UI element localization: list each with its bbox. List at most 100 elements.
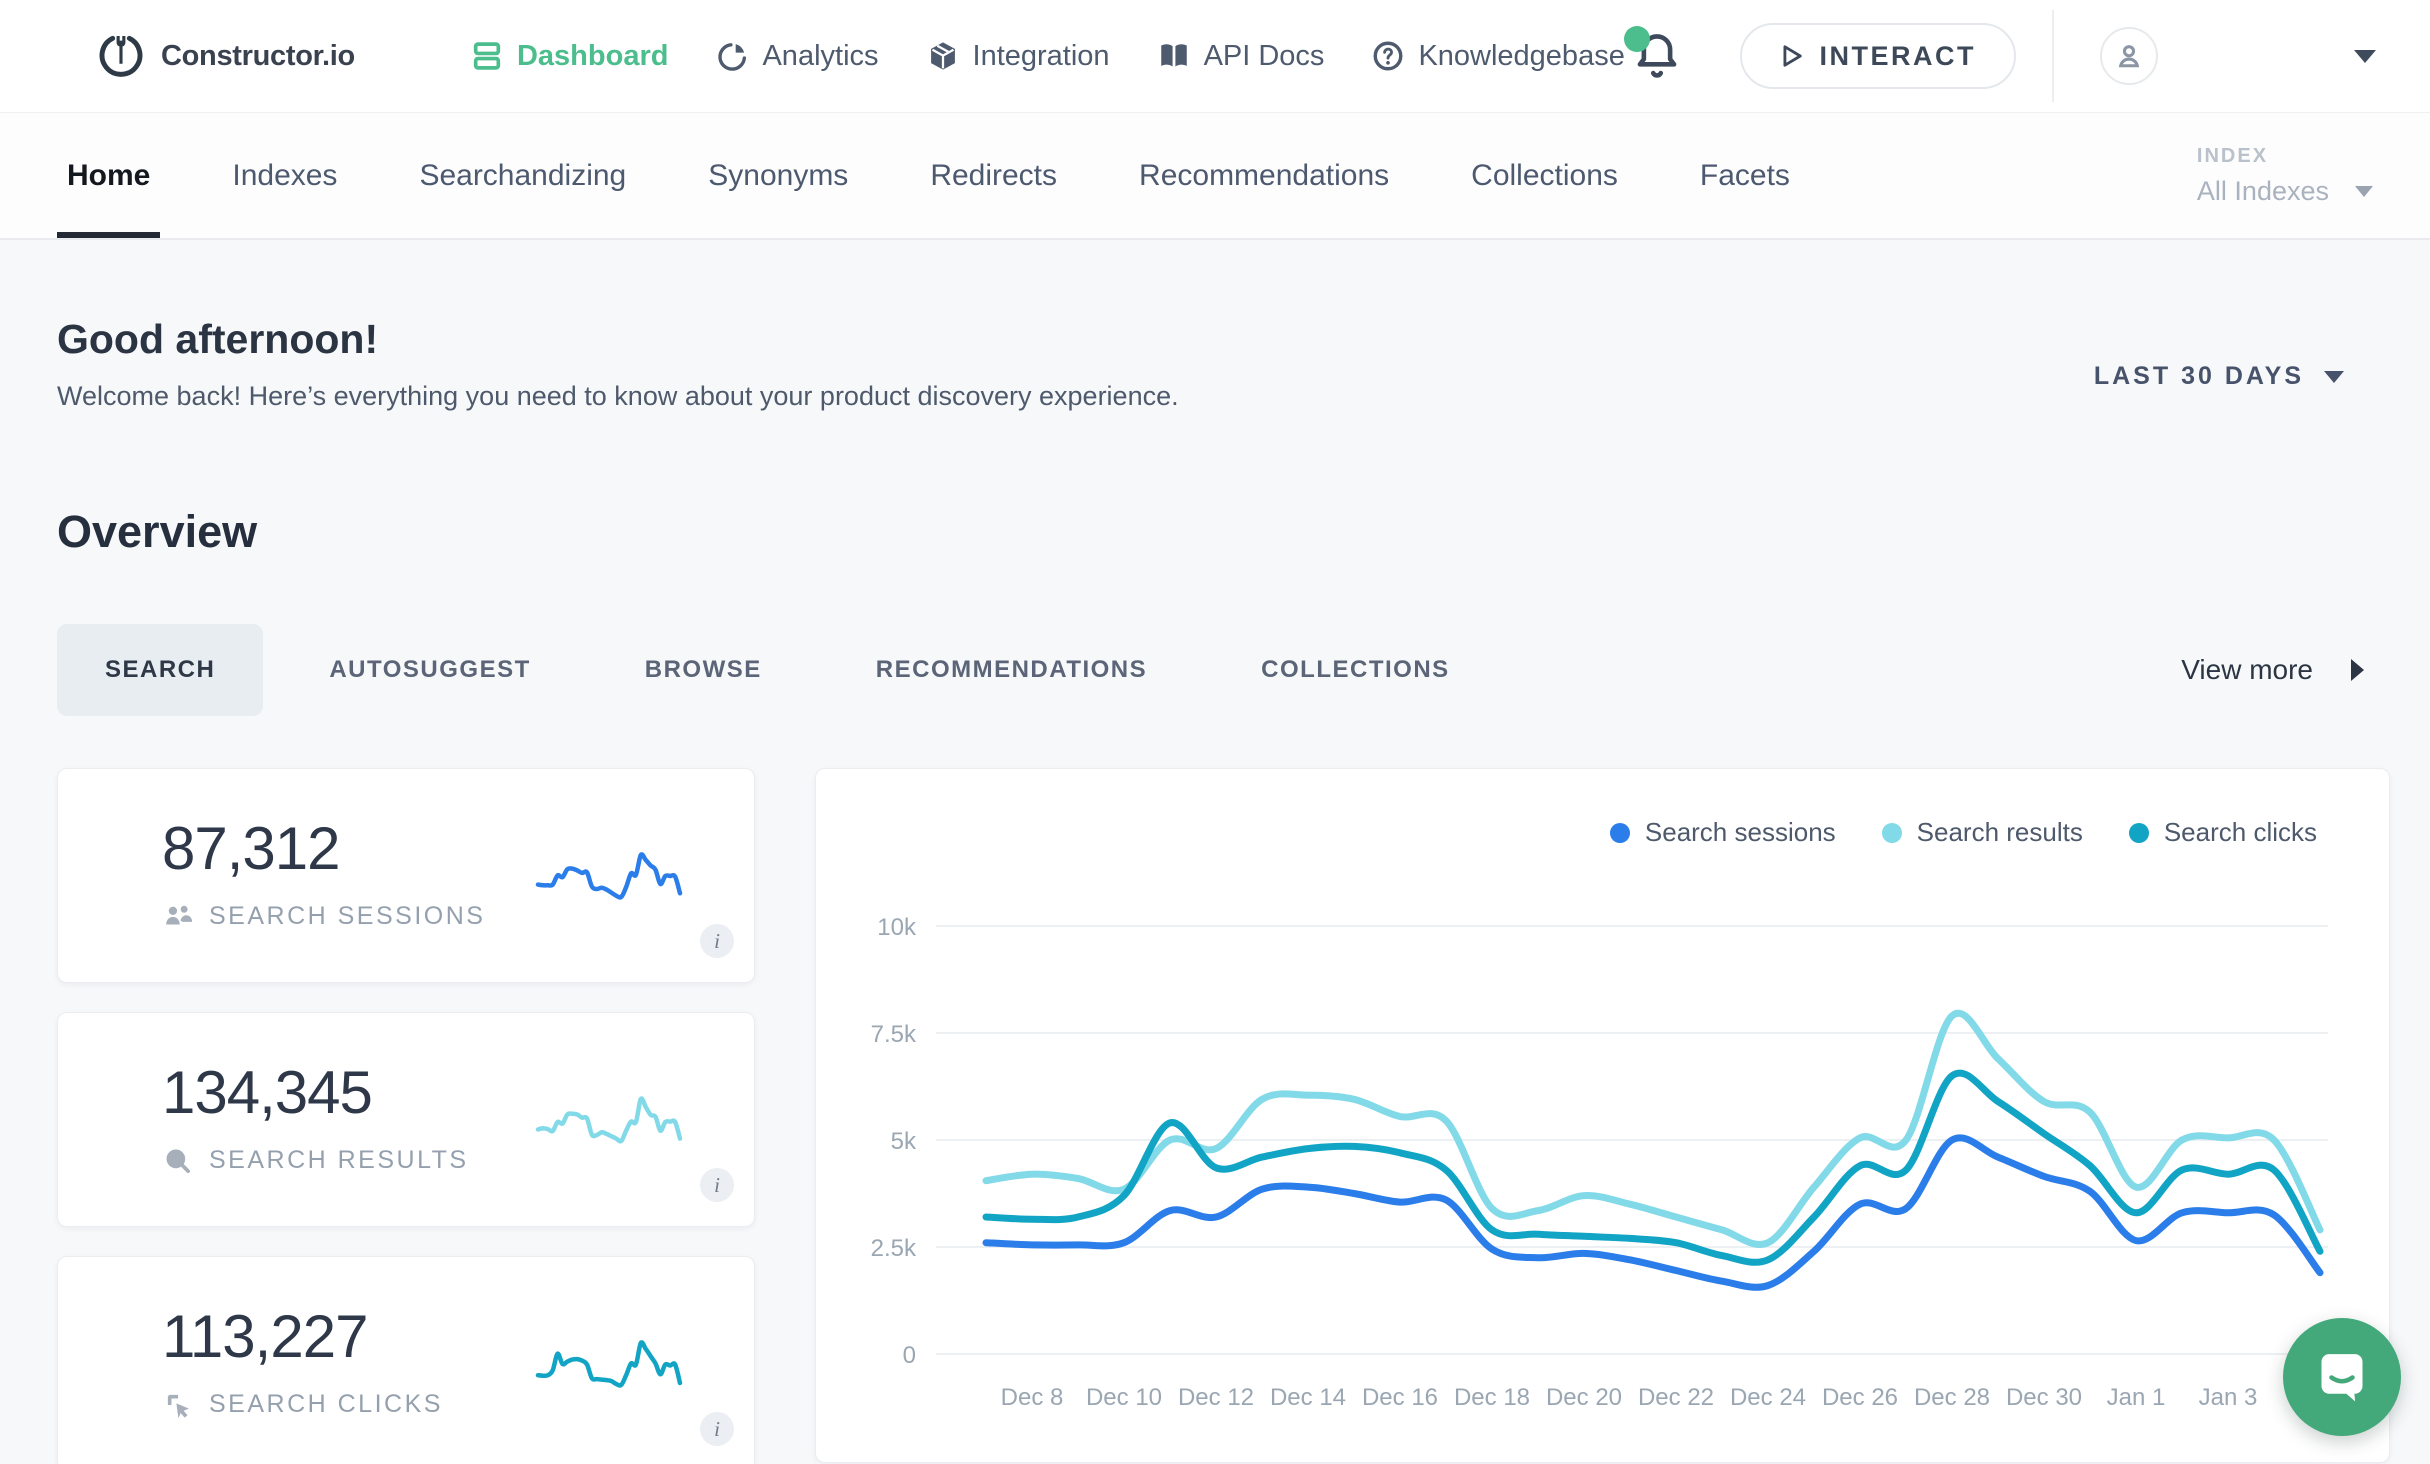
svg-text:Dec 8: Dec 8 (1001, 1384, 1064, 1411)
stat-label: SEARCH RESULTS (209, 1146, 469, 1175)
subnav-label: Redirects (930, 159, 1057, 193)
legend-dot-icon (2129, 823, 2149, 843)
stat-label: SEARCH SESSIONS (209, 902, 485, 931)
top-nav-item-dashboard[interactable]: Dashboard (470, 39, 668, 73)
index-selector[interactable]: INDEX All Indexes (2197, 113, 2373, 238)
svg-text:Jan 3: Jan 3 (2199, 1384, 2258, 1411)
intercom-chat-button[interactable] (2283, 1318, 2401, 1436)
subnav-label: Indexes (232, 159, 337, 193)
date-range-label: LAST 30 DAYS (2094, 362, 2304, 391)
subnav-label: Synonyms (708, 159, 848, 193)
top-nav-label: Integration (973, 40, 1110, 73)
tab-autosuggest[interactable]: AUTOSUGGEST (281, 624, 578, 716)
index-selector-label: INDEX (2197, 145, 2268, 168)
svg-text:5k: 5k (891, 1128, 917, 1155)
play-icon (1780, 43, 1804, 69)
analytics-icon (715, 39, 749, 73)
legend-item-search-results[interactable]: Search results (1882, 817, 2083, 848)
svg-text:7.5k: 7.5k (871, 1021, 917, 1048)
sparkline-search-results (534, 1091, 684, 1149)
brand-logo[interactable]: Constructor.io (95, 30, 355, 82)
view-more-button[interactable]: View more (2181, 654, 2364, 686)
svg-text:Dec 14: Dec 14 (1270, 1384, 1346, 1411)
subnav-label: Home (67, 159, 150, 193)
top-nav: Dashboard Analytics Integration API Docs (470, 39, 1625, 73)
notification-dot (1624, 26, 1650, 52)
dashboard-icon (470, 39, 504, 73)
info-icon[interactable]: i (700, 924, 734, 958)
subnav-item-home[interactable]: Home (57, 113, 160, 238)
info-icon[interactable]: i (700, 1168, 734, 1202)
integration-icon (926, 39, 960, 73)
top-nav-item-integration[interactable]: Integration (926, 39, 1110, 73)
api-docs-icon (1157, 39, 1191, 73)
top-nav-label: Knowledgebase (1418, 40, 1624, 73)
overview-chart-card: Search sessions Search results Search cl… (815, 768, 2390, 1463)
stat-value: 113,227 (162, 1307, 443, 1367)
subnav-item-collections[interactable]: Collections (1461, 113, 1628, 238)
top-nav-item-api-docs[interactable]: API Docs (1157, 39, 1325, 73)
top-nav-item-knowledgebase[interactable]: Knowledgebase (1371, 39, 1624, 73)
svg-text:0: 0 (903, 1342, 916, 1369)
top-nav-label: Analytics (762, 40, 878, 73)
stat-value: 87,312 (162, 819, 485, 879)
interact-button[interactable]: INTERACT (1740, 23, 2017, 89)
subnav-item-synonyms[interactable]: Synonyms (698, 113, 858, 238)
overview-tabs-row: SEARCH AUTOSUGGEST BROWSE RECOMMENDATION… (57, 624, 2390, 716)
tab-browse[interactable]: BROWSE (597, 624, 810, 716)
subnav-item-redirects[interactable]: Redirects (920, 113, 1067, 238)
tab-recommendations[interactable]: RECOMMENDATIONS (828, 624, 1195, 716)
subnav-label: Collections (1471, 159, 1618, 193)
subnav-item-recommendations[interactable]: Recommendations (1129, 113, 1399, 238)
subnav-item-indexes[interactable]: Indexes (222, 113, 347, 238)
view-more-label: View more (2181, 654, 2313, 686)
date-range-selector[interactable]: LAST 30 DAYS (2094, 362, 2344, 391)
account-avatar[interactable] (2100, 27, 2158, 85)
overview-tabs: SEARCH AUTOSUGGEST BROWSE RECOMMENDATION… (57, 624, 1498, 716)
constructor-logo-icon (95, 30, 147, 82)
account-menu-button[interactable] (2354, 50, 2376, 63)
tab-collections[interactable]: COLLECTIONS (1213, 624, 1498, 716)
secondary-nav: Home Indexes Searchandizing Synonyms Red… (0, 113, 2430, 240)
overview-content: 87,312 SEARCH SESSIONS i (57, 768, 2390, 1464)
svg-text:Dec 20: Dec 20 (1546, 1384, 1622, 1411)
chevron-down-icon (2354, 50, 2376, 63)
legend-item-search-sessions[interactable]: Search sessions (1610, 817, 1836, 848)
stat-card-search-results[interactable]: 134,345 SEARCH RESULTS i (57, 1012, 755, 1227)
user-icon (2113, 40, 2145, 72)
stat-card-search-clicks[interactable]: 113,227 SEARCH CLICKS i (57, 1256, 755, 1464)
overview-line-chart[interactable]: 02.5k5k7.5k10kDec 8Dec 10Dec 12Dec 14Dec… (816, 769, 2391, 1464)
legend-item-search-clicks[interactable]: Search clicks (2129, 817, 2317, 848)
stats-column: 87,312 SEARCH SESSIONS i (57, 768, 755, 1464)
overview-title: Overview (57, 506, 2390, 558)
svg-text:Dec 18: Dec 18 (1454, 1384, 1530, 1411)
svg-text:2.5k: 2.5k (871, 1235, 917, 1262)
stat-value: 134,345 (162, 1063, 469, 1123)
interact-label: INTERACT (1820, 41, 1977, 72)
greeting-title: Good afternoon! (57, 316, 1179, 363)
subnav-label: Searchandizing (419, 159, 626, 193)
legend-label: Search results (1917, 817, 2083, 848)
top-nav-label: Dashboard (517, 40, 668, 73)
legend-dot-icon (1610, 823, 1630, 843)
top-bar: Constructor.io Dashboard Analytics Integ… (0, 0, 2430, 113)
top-bar-actions: INTERACT (1632, 10, 2377, 102)
legend-label: Search clicks (2164, 817, 2317, 848)
subnav-label: Facets (1700, 159, 1790, 193)
svg-text:Dec 16: Dec 16 (1362, 1384, 1438, 1411)
stat-label: SEARCH CLICKS (209, 1390, 443, 1419)
subnav-item-facets[interactable]: Facets (1690, 113, 1800, 238)
svg-text:Dec 22: Dec 22 (1638, 1384, 1714, 1411)
svg-text:Dec 30: Dec 30 (2006, 1384, 2082, 1411)
main-content: Good afternoon! Welcome back! Here’s eve… (0, 316, 2430, 1464)
legend-dot-icon (1882, 823, 1902, 843)
subnav-item-searchandizing[interactable]: Searchandizing (409, 113, 636, 238)
tab-search[interactable]: SEARCH (57, 624, 263, 716)
brand-name: Constructor.io (161, 40, 355, 73)
top-nav-item-analytics[interactable]: Analytics (715, 39, 878, 73)
info-icon[interactable]: i (700, 1412, 734, 1446)
notifications-button[interactable] (1632, 28, 1682, 84)
stat-card-search-sessions[interactable]: 87,312 SEARCH SESSIONS i (57, 768, 755, 983)
svg-text:Jan 1: Jan 1 (2107, 1384, 2166, 1411)
chevron-down-icon (2324, 371, 2344, 383)
